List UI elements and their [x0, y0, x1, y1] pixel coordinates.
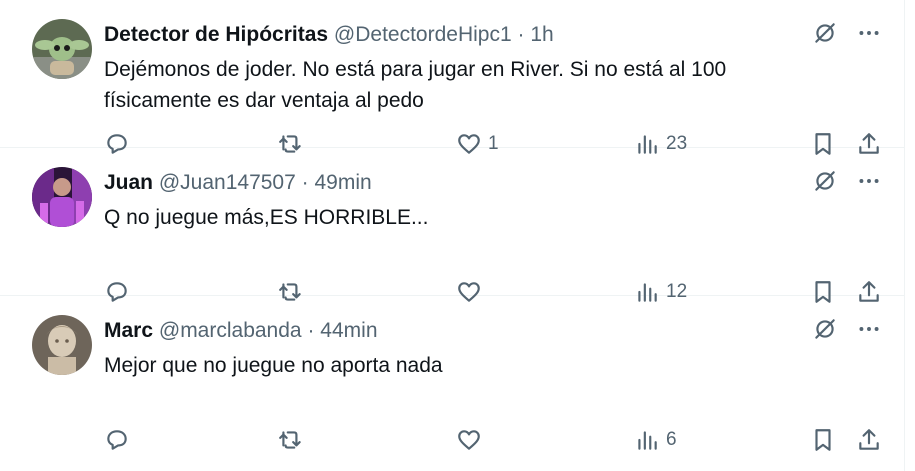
separator: ·: [307, 319, 315, 342]
tweet-actions: 6: [104, 424, 884, 456]
tweet-text: Mejor que no juegue no aporta nada: [104, 354, 443, 377]
tweet-header: Detector de Hipócritas @DetectordeHipc1 …: [104, 21, 554, 49]
tweet-header: Juan @Juan147507 · 49min: [104, 169, 372, 197]
tweet[interactable]: Juan @Juan147507 · 49min Q no juegue más…: [0, 148, 904, 303]
avatar[interactable]: [32, 315, 92, 375]
tweet[interactable]: Detector de Hipócritas @DetectordeHipc1 …: [0, 0, 904, 155]
tweet-top-actions: [812, 316, 882, 342]
reply-button[interactable]: [104, 424, 130, 456]
views-count: 6: [666, 429, 677, 450]
separator: ·: [517, 23, 525, 46]
separator: ·: [301, 171, 309, 194]
bookmark-icon: [815, 429, 831, 451]
heart-icon: [458, 430, 480, 450]
like-button[interactable]: [456, 424, 488, 456]
display-name[interactable]: Juan: [104, 171, 153, 194]
more-icon[interactable]: [856, 316, 882, 342]
reply-icon: [107, 430, 127, 450]
display-name[interactable]: Detector de Hipócritas: [104, 23, 328, 46]
retweet-icon: [279, 431, 301, 449]
grok-icon[interactable]: [812, 20, 838, 46]
more-icon[interactable]: [856, 168, 882, 194]
tweet-header: Marc @marclabanda · 44min: [104, 317, 378, 345]
tweet[interactable]: Marc @marclabanda · 44min Mejor que no j…: [0, 296, 904, 451]
tweet-text: Dejémonos de joder. No está para jugar e…: [104, 58, 727, 112]
handle[interactable]: @DetectordeHipc1: [334, 23, 512, 46]
grok-icon[interactable]: [812, 168, 838, 194]
tweet-top-actions: [812, 168, 882, 194]
tweet-top-actions: [812, 20, 882, 46]
retweet-button[interactable]: [278, 424, 304, 456]
more-icon[interactable]: [856, 20, 882, 46]
views-button[interactable]: 6: [634, 424, 677, 456]
tweet-text: Q no juegue más,ES HORRIBLE...: [104, 206, 429, 229]
handle[interactable]: @marclabanda: [159, 319, 302, 342]
share-icon: [859, 429, 879, 450]
avatar-image: [32, 19, 92, 79]
timestamp[interactable]: 1h: [530, 23, 553, 46]
grok-icon[interactable]: [812, 316, 838, 342]
timestamp[interactable]: 49min: [314, 171, 371, 194]
share-button[interactable]: [856, 424, 882, 456]
avatar-image: [32, 167, 92, 227]
avatar-image: [32, 315, 92, 375]
avatar[interactable]: [32, 167, 92, 227]
reply-thread: Detector de Hipócritas @DetectordeHipc1 …: [0, 0, 905, 471]
timestamp[interactable]: 44min: [320, 319, 377, 342]
avatar[interactable]: [32, 19, 92, 79]
handle[interactable]: @Juan147507: [159, 171, 296, 194]
views-icon: [638, 431, 657, 450]
bookmark-button[interactable]: [810, 424, 836, 456]
display-name[interactable]: Marc: [104, 319, 153, 342]
